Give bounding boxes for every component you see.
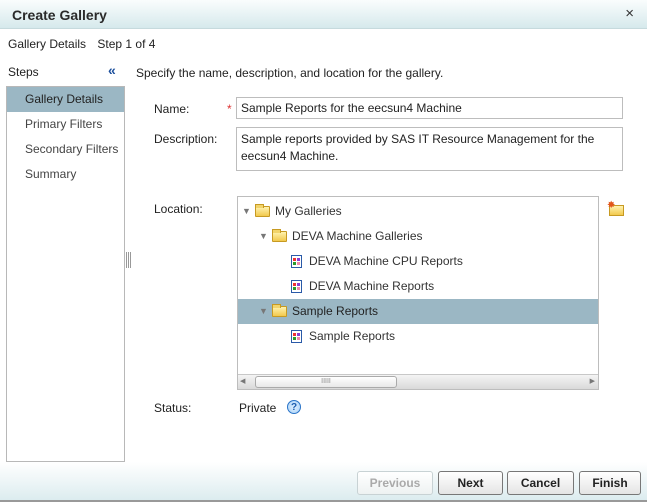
report-icon [291,255,302,268]
help-icon[interactable]: ? [287,400,301,414]
description-textarea[interactable]: Sample reports provided by SAS IT Resour… [236,127,623,171]
folder-icon [272,304,287,317]
dialog-titlebar: Create Gallery × [0,0,647,29]
horizontal-scrollbar[interactable]: ◀ IIIII ▶ [238,374,598,389]
report-icon [291,330,302,343]
required-icon: * [227,102,232,116]
folder-icon [255,204,270,217]
tree-node-sample-reports[interactable]: Sample Reports [238,324,598,349]
status-value: Private [239,401,277,415]
name-input[interactable] [236,97,623,119]
tree-node-label: DEVA Machine CPU Reports [309,254,463,268]
previous-button[interactable]: Previous [357,471,433,495]
tree-node-deva-machine-cpu-reports[interactable]: DEVA Machine CPU Reports [238,249,598,274]
expand-icon[interactable]: ▼ [259,299,268,324]
tree-node-label: DEVA Machine Reports [309,279,435,293]
panel-splitter-handle[interactable] [126,252,132,268]
step-secondary-filters[interactable]: Secondary Filters [7,137,124,162]
new-star-icon: ✸ [607,200,616,211]
tree-node-label: Sample Reports [309,329,396,343]
scroll-left-icon[interactable]: ◀ [240,377,245,385]
tree-node-label: My Galleries [275,204,342,218]
dialog-title: Create Gallery [12,7,107,23]
name-label: Name: [154,102,190,116]
steps-heading: Steps [8,65,39,79]
step-gallery-details[interactable]: Gallery Details [7,87,124,112]
step-summary[interactable]: Summary [7,162,124,187]
close-icon[interactable]: × [625,5,634,22]
step-count: Step 1 of 4 [97,37,156,51]
tree-node-deva-machine-galleries[interactable]: ▼ DEVA Machine Galleries [238,224,598,249]
step-primary-filters[interactable]: Primary Filters [7,112,124,137]
new-folder-icon[interactable]: ✸ [607,200,624,216]
tree-node-label: DEVA Machine Galleries [292,229,423,243]
location-tree[interactable]: ▼ My Galleries ▼ DEVA Machine Galleries … [237,196,599,390]
report-icon [291,280,302,293]
scroll-right-icon[interactable]: ▶ [590,377,595,385]
wizard-step-indicator: Gallery Details Step 1 of 4 [8,37,155,51]
instruction-text: Specify the name, description, and locat… [136,66,444,80]
current-step-name: Gallery Details [8,37,87,51]
tree-node-deva-machine-reports[interactable]: DEVA Machine Reports [238,274,598,299]
location-label: Location: [154,202,203,216]
tree-node-sample-reports-folder[interactable]: ▼ Sample Reports [238,299,598,324]
tree-node-label: Sample Reports [292,304,379,318]
finish-button[interactable]: Finish [579,471,641,495]
scrollbar-thumb[interactable]: IIIII [255,376,397,388]
expand-icon[interactable]: ▼ [242,199,251,224]
next-button[interactable]: Next [438,471,503,495]
cancel-button[interactable]: Cancel [507,471,574,495]
tree-node-my-galleries[interactable]: ▼ My Galleries [238,199,598,224]
folder-icon [272,229,287,242]
status-label: Status: [154,401,192,415]
description-label: Description: [154,132,218,146]
steps-panel: Gallery Details Primary Filters Secondar… [6,86,125,462]
collapse-steps-icon[interactable]: « [108,62,116,78]
expand-icon[interactable]: ▼ [259,224,268,249]
